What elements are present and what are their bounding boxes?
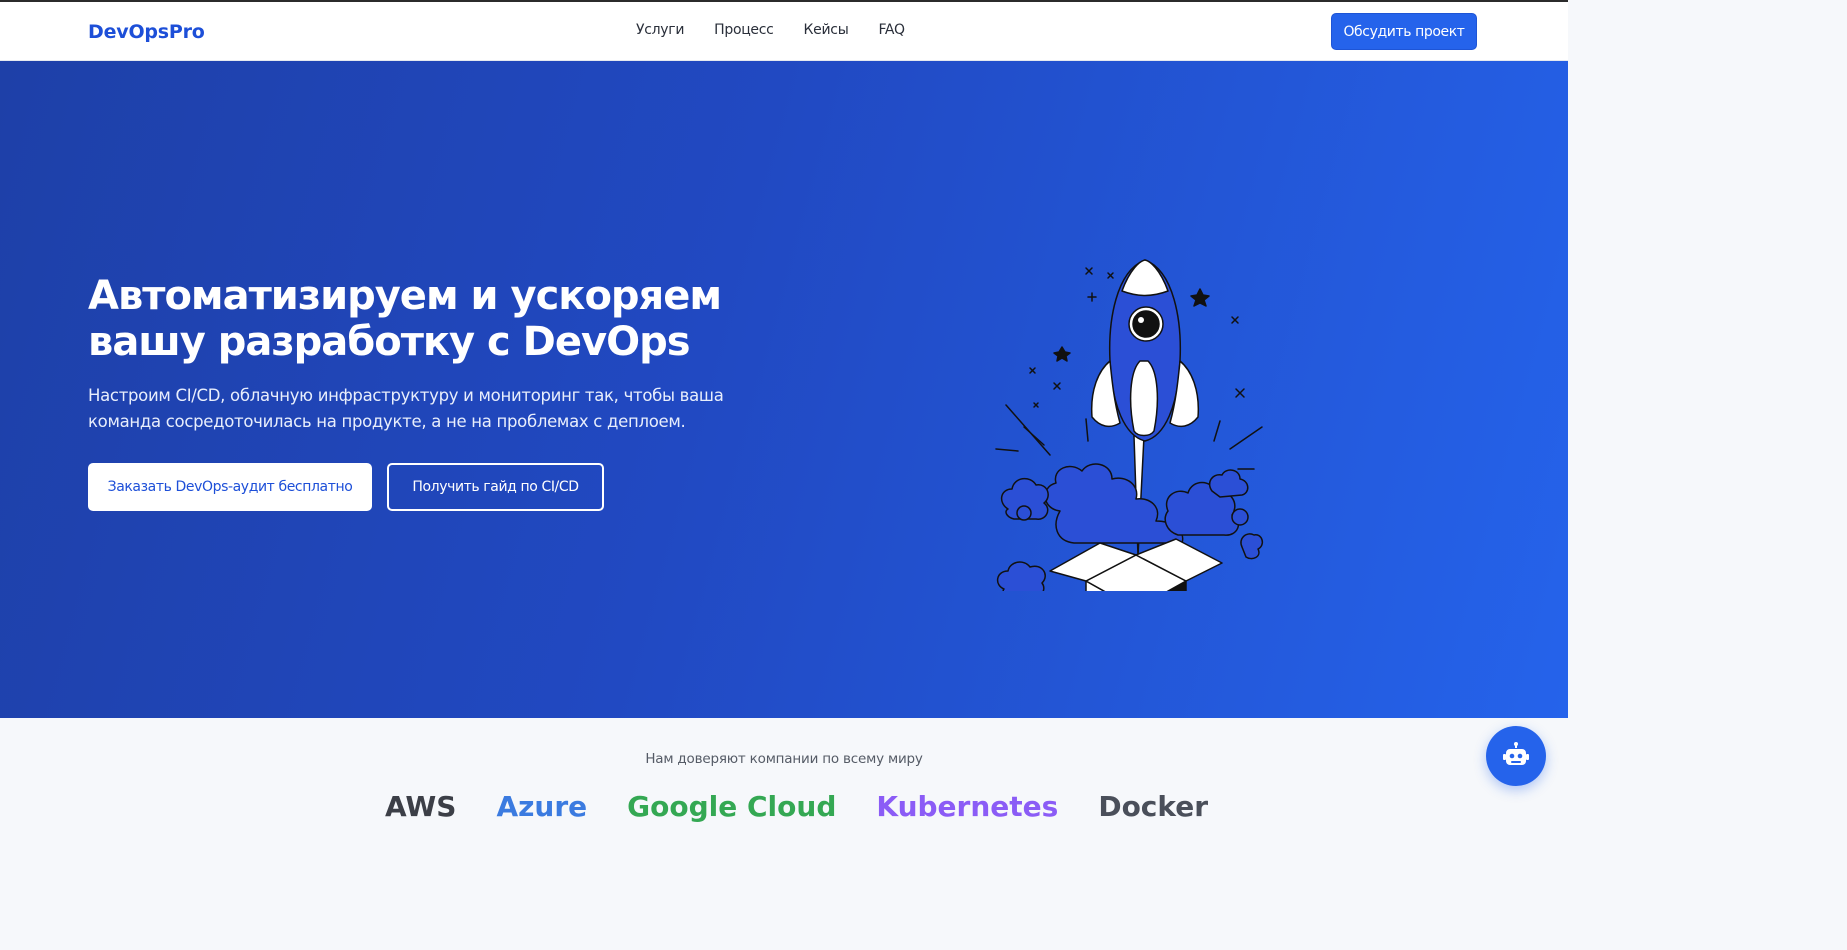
nav-link-process[interactable]: Процесс (714, 22, 774, 38)
discuss-project-button[interactable]: Обсудить проект (1331, 13, 1477, 50)
hero-title-line-1: Автоматизируем и ускоряем (88, 273, 722, 319)
hero-title-line-2: вашу разработку с DevOps (88, 319, 691, 365)
nav-link-services[interactable]: Услуги (636, 22, 684, 38)
order-audit-button[interactable]: Заказать DevOps-аудит бесплатно (88, 463, 372, 511)
main-nav: Услуги Процесс Кейсы FAQ (636, 22, 935, 38)
logo-azure: Azure (496, 790, 588, 823)
robot-icon (1503, 742, 1529, 765)
trust-title: Нам доверяют компании по всему миру (645, 751, 923, 767)
nav-link-faq[interactable]: FAQ (878, 22, 905, 38)
partner-logos: AWS Azure Google Cloud Kubernetes Docker (385, 790, 1248, 830)
hero-subtitle: Настроим CI/CD, облачную инфраструктуру … (88, 383, 788, 435)
get-guide-button[interactable]: Получить гайд по CI/CD (387, 463, 604, 511)
hero-subtitle-line-2: команда сосредоточилась на продукте, а н… (88, 412, 686, 431)
trust-section: Нам доверяют компании по всему миру AWS … (0, 718, 1568, 823)
hero-section: Автоматизируем и ускоряем вашу разработк… (0, 61, 1568, 718)
logo-docker: Docker (1098, 790, 1209, 823)
logo-google-cloud: Google Cloud (627, 790, 837, 823)
rocket-launch-from-box-icon (995, 259, 1264, 591)
hero-title: Автоматизируем и ускоряем вашу разработк… (88, 273, 788, 365)
logo[interactable]: DevOpsPro (88, 21, 205, 43)
hero-subtitle-line-1: Настроим CI/CD, облачную инфраструктуру … (88, 386, 724, 405)
chat-bot-button[interactable] (1486, 726, 1546, 786)
logo-kubernetes: Kubernetes (876, 790, 1059, 823)
site-header: DevOpsPro Услуги Процесс Кейсы FAQ Обсуд… (0, 2, 1568, 61)
nav-link-cases[interactable]: Кейсы (804, 22, 849, 38)
logo-aws: AWS (385, 790, 457, 823)
